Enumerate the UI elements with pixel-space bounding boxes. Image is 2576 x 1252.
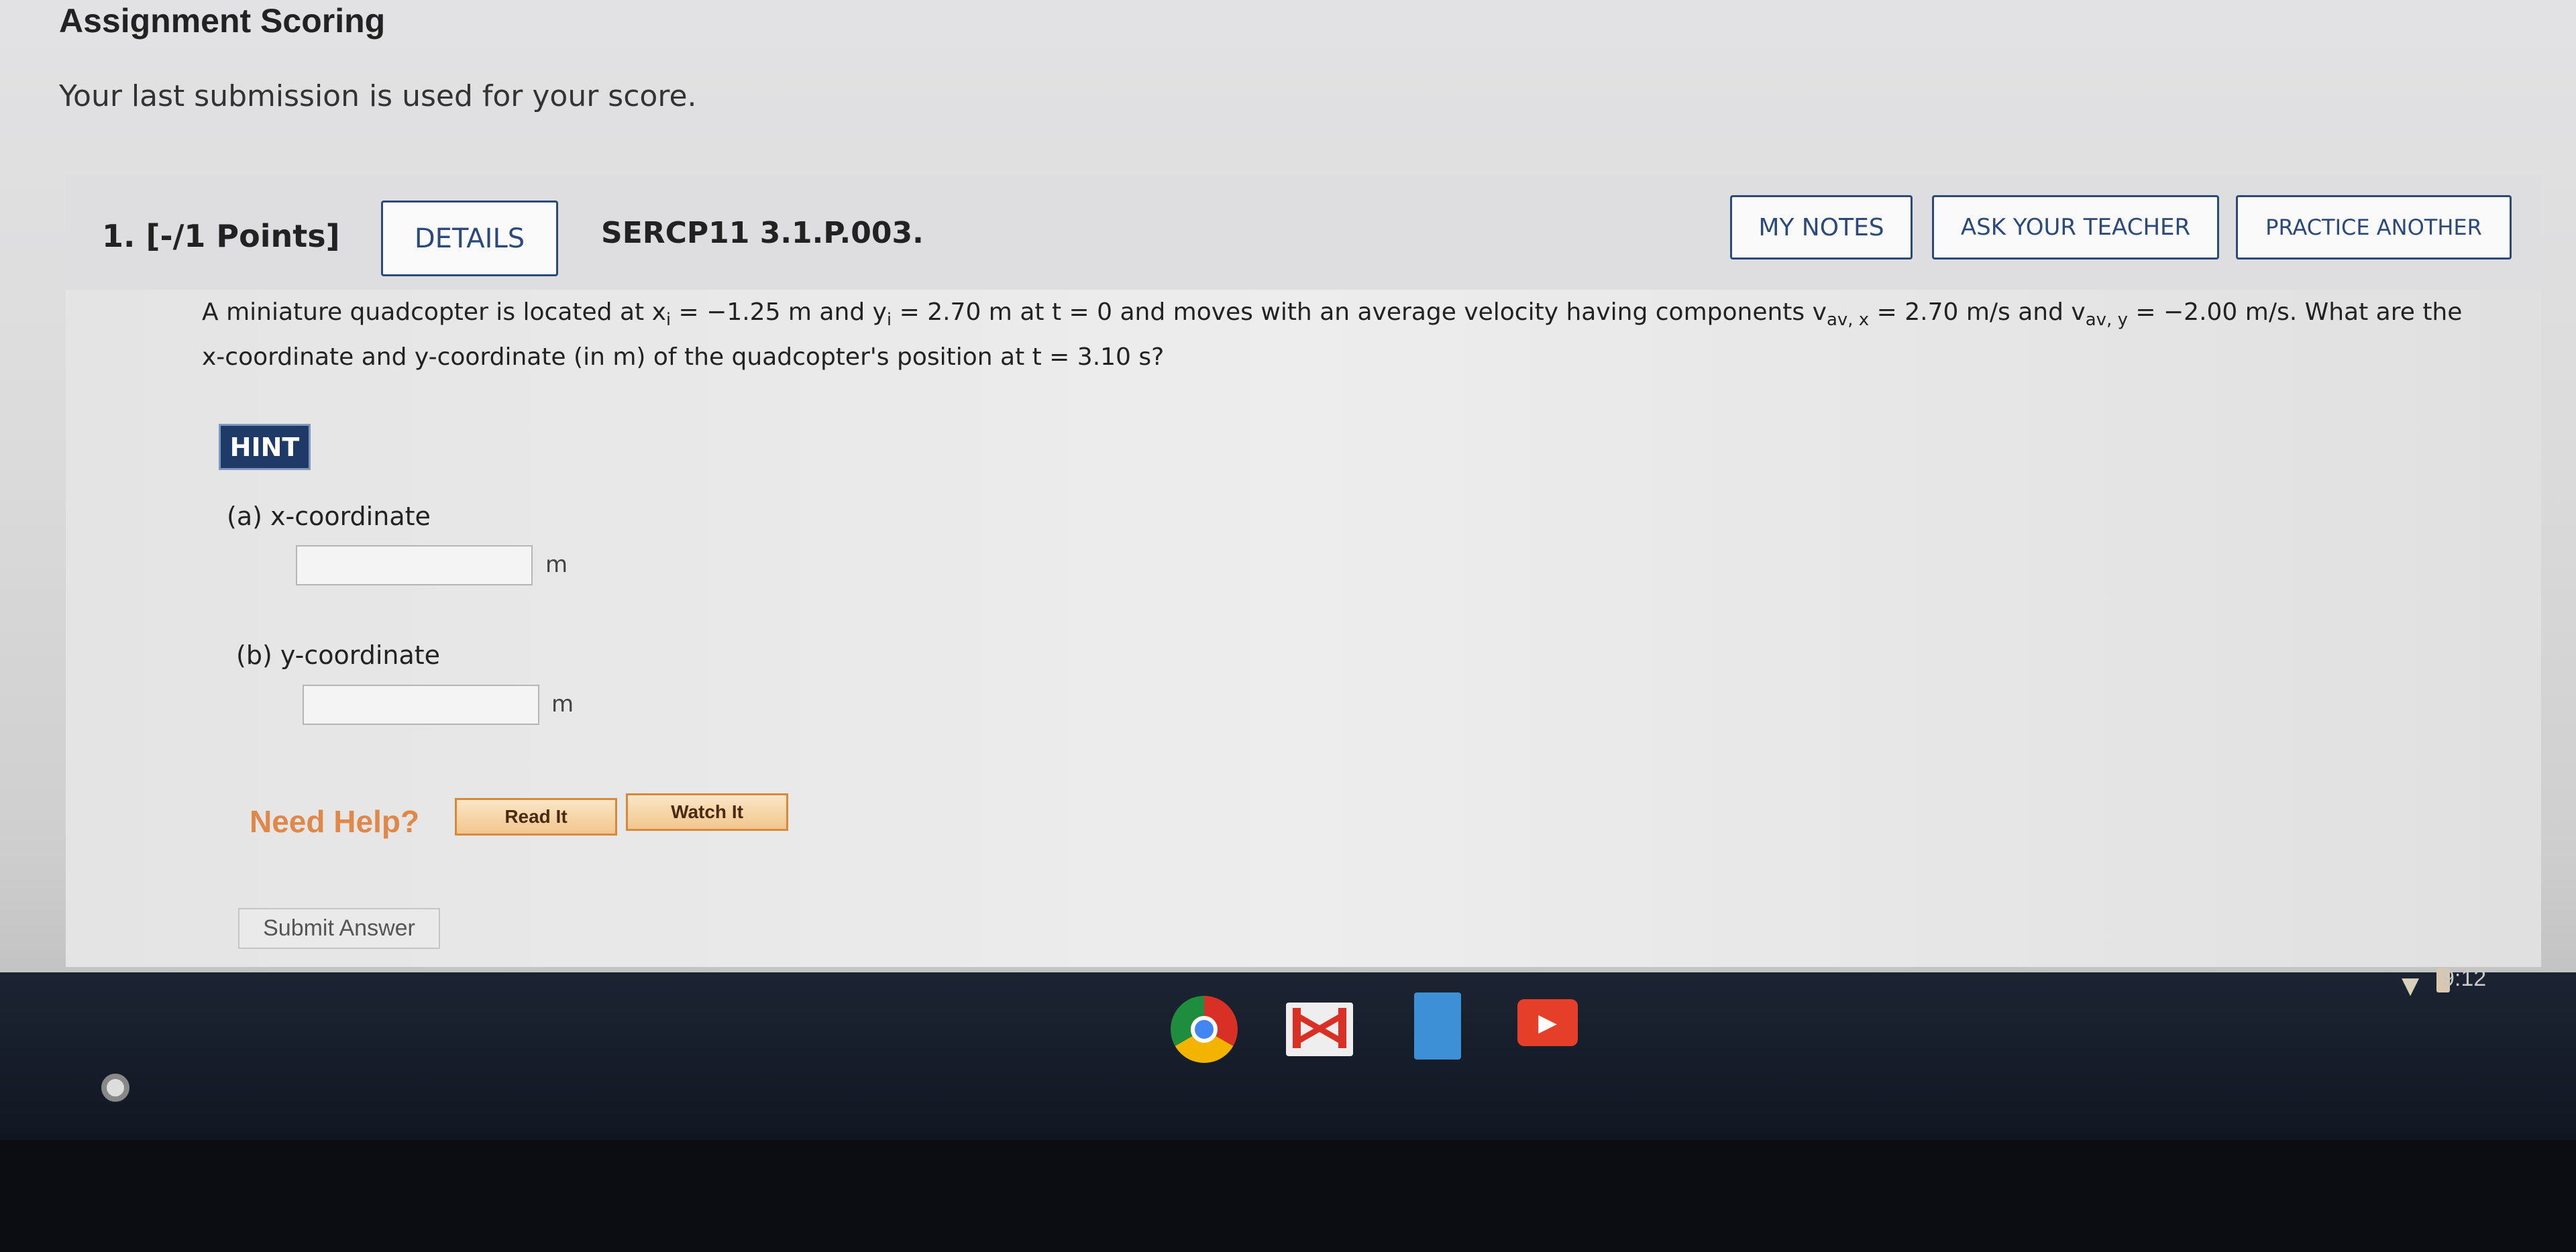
ask-teacher-button[interactable]: ASK YOUR TEACHER bbox=[1932, 195, 2219, 260]
hint-button[interactable]: HINT bbox=[219, 424, 311, 470]
youtube-icon[interactable]: ▶ bbox=[1517, 999, 1578, 1046]
part-b-label: (b) y-coordinate bbox=[236, 640, 441, 670]
question-points: 1. [-/1 Points] bbox=[102, 218, 340, 254]
watch-it-button[interactable]: Watch It bbox=[626, 793, 788, 831]
chromeos-shelf bbox=[0, 972, 2576, 1140]
question-code: SERCP11 3.1.P.003. bbox=[601, 216, 924, 250]
docs-icon[interactable] bbox=[1414, 992, 1461, 1060]
part-a-unit: m bbox=[545, 551, 568, 578]
text: A miniature quadcopter is located at x bbox=[202, 298, 666, 326]
practice-another-button[interactable]: PRACTICE ANOTHER bbox=[2236, 195, 2512, 260]
need-help-label: Need Help? bbox=[250, 804, 420, 839]
chrome-icon[interactable] bbox=[1171, 996, 1238, 1063]
y-coordinate-input[interactable] bbox=[303, 685, 539, 725]
question-text-line1: A miniature quadcopter is located at xi … bbox=[202, 298, 2462, 330]
my-notes-button[interactable]: MY NOTES bbox=[1730, 195, 1913, 260]
page-subtitle: Your last submission is used for your sc… bbox=[59, 79, 697, 113]
clock[interactable]: 9:12 bbox=[2442, 966, 2486, 992]
submit-answer-button[interactable]: Submit Answer bbox=[238, 908, 440, 949]
launcher-icon[interactable] bbox=[101, 1074, 129, 1102]
text: = 2.70 m at t = 0 and moves with an aver… bbox=[892, 298, 1827, 326]
x-coordinate-input[interactable] bbox=[296, 545, 533, 585]
part-b-unit: m bbox=[551, 691, 574, 718]
question-text-line2: x-coordinate and y-coordinate (in m) of … bbox=[202, 343, 1165, 371]
text: = −1.25 m and y bbox=[671, 298, 887, 326]
sub: av, y bbox=[2085, 310, 2128, 331]
page-title: Assignment Scoring bbox=[59, 2, 386, 40]
details-button[interactable]: DETAILS bbox=[381, 201, 558, 276]
sub: av, x bbox=[1826, 310, 1870, 331]
text: = −2.00 m/s. What are the bbox=[2127, 298, 2463, 326]
text: = 2.70 m/s and v bbox=[1869, 298, 2086, 326]
gmail-icon[interactable] bbox=[1286, 1003, 1353, 1056]
part-a-label: (a) x-coordinate bbox=[227, 502, 431, 531]
wifi-icon: ▼ bbox=[2402, 972, 2420, 999]
read-it-button[interactable]: Read It bbox=[455, 798, 617, 836]
